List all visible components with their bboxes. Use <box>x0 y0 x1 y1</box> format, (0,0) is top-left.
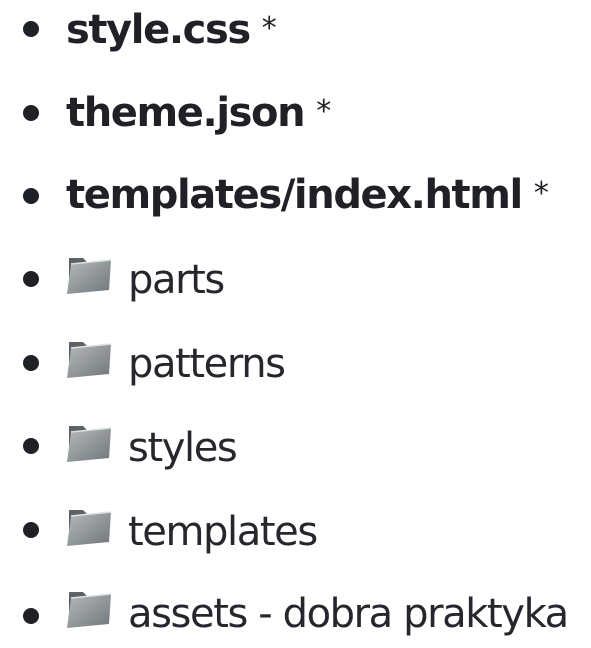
folder-name: patterns <box>128 341 286 387</box>
folder-icon <box>67 592 112 628</box>
bullet-icon <box>23 271 39 287</box>
folder-icon <box>67 342 112 378</box>
list-item-folder-styles[interactable]: styles <box>0 420 591 484</box>
modified-marker: * <box>533 176 549 211</box>
list-item-theme-json[interactable]: theme.json * <box>0 84 591 148</box>
folder-name: parts <box>128 257 225 303</box>
bullet-icon <box>23 21 39 37</box>
folder-icon <box>67 426 112 462</box>
file-name-text: theme.json <box>66 90 306 136</box>
file-name-text: templates/index.html <box>66 172 523 218</box>
list-item-templates-index-html[interactable]: templates/index.html * <box>0 168 591 232</box>
folder-name: assets - dobra praktyka <box>128 591 569 637</box>
file-name: style.css * <box>66 7 277 53</box>
bullet-icon <box>23 608 39 624</box>
folder-icon <box>67 510 112 546</box>
file-name: theme.json * <box>66 90 331 136</box>
list-item-folder-parts[interactable]: parts <box>0 252 591 316</box>
folder-name: templates <box>128 509 318 555</box>
bullet-icon <box>23 188 39 204</box>
folder-icon <box>67 258 112 294</box>
modified-marker: * <box>261 11 277 46</box>
folder-name: styles <box>128 425 238 471</box>
bullet-icon <box>23 355 39 371</box>
list-item-folder-patterns[interactable]: patterns <box>0 336 591 400</box>
list-item-folder-templates[interactable]: templates <box>0 504 591 568</box>
list-item-folder-assets[interactable]: assets - dobra praktyka <box>0 584 591 648</box>
bullet-icon <box>23 105 39 121</box>
list-item-style-css[interactable]: style.css * <box>0 0 591 64</box>
file-name-text: style.css <box>66 7 251 53</box>
modified-marker: * <box>316 94 331 129</box>
bullet-icon <box>23 438 39 454</box>
file-name: templates/index.html * <box>66 172 549 218</box>
bullet-icon <box>23 522 39 538</box>
